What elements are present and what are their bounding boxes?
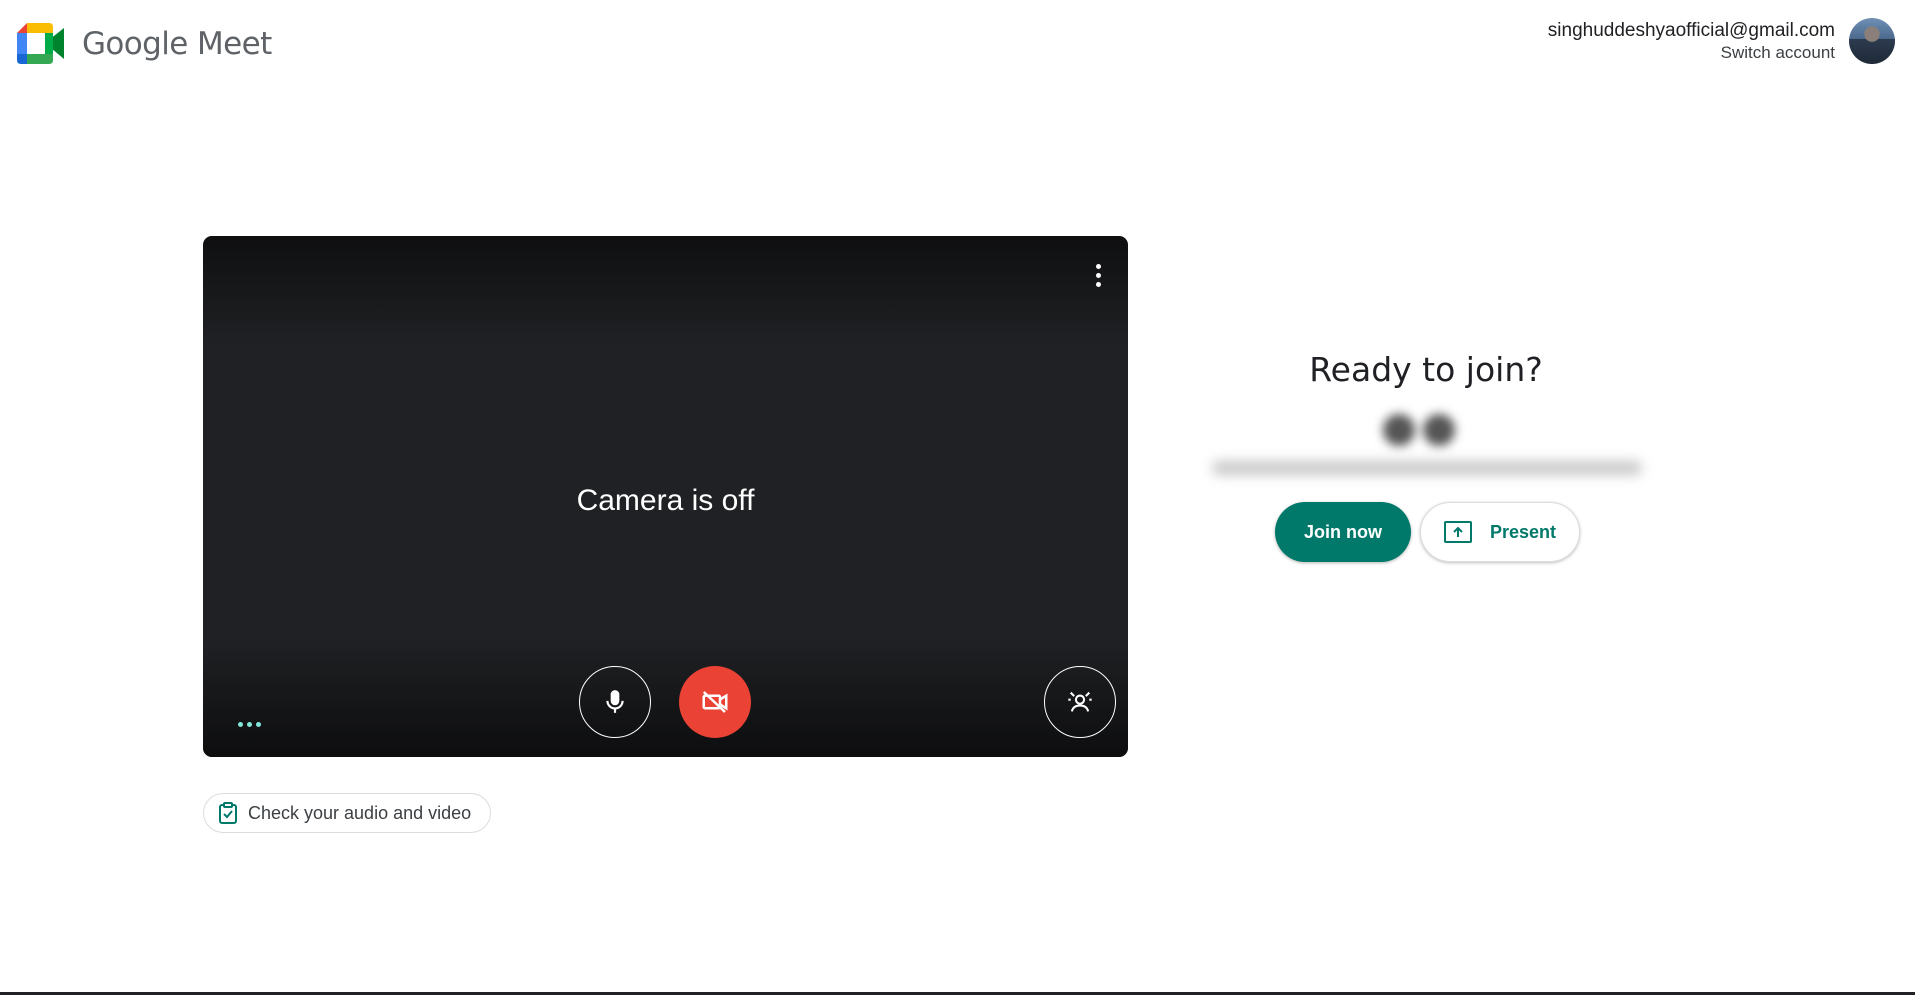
user-avatar[interactable] xyxy=(1849,18,1895,64)
check-audio-video-button[interactable]: Check your audio and video xyxy=(203,793,492,833)
camera-toggle-button[interactable] xyxy=(679,666,751,738)
ready-to-join-title: Ready to join? xyxy=(1309,350,1543,389)
account-info: singhuddeshyaofficial@gmail.com Switch a… xyxy=(1548,19,1835,63)
visual-effects-button[interactable] xyxy=(1044,666,1116,738)
microphone-icon xyxy=(606,690,624,713)
app-name: Google Meet xyxy=(82,25,272,62)
google-meet-logo[interactable]: Google Meet xyxy=(17,23,272,64)
participants-avatars-blurred xyxy=(1383,414,1455,446)
present-screen-icon xyxy=(1443,521,1472,543)
clipboard-check-icon xyxy=(219,802,237,824)
account-email: singhuddeshyaofficial@gmail.com xyxy=(1547,20,1835,41)
join-now-button[interactable]: Join now xyxy=(1275,502,1411,562)
microphone-toggle-button[interactable] xyxy=(579,666,651,738)
visual-effects-icon xyxy=(1068,691,1092,712)
camera-status-text: Camera is off xyxy=(576,483,755,517)
present-label: Present xyxy=(1489,521,1557,542)
switch-account-link[interactable]: Switch account xyxy=(1548,42,1835,63)
video-off-icon xyxy=(702,691,728,713)
participants-info-blurred xyxy=(1212,461,1642,475)
present-button[interactable]: Present xyxy=(1420,502,1580,562)
header: Google Meet singhuddeshyaofficial@gmail.… xyxy=(0,0,1915,92)
camera-preview: Camera is off xyxy=(203,236,1128,757)
check-audio-video-label: Check your audio and video xyxy=(248,802,472,823)
audio-level-indicator xyxy=(238,722,261,727)
meet-logo-icon xyxy=(17,23,64,64)
